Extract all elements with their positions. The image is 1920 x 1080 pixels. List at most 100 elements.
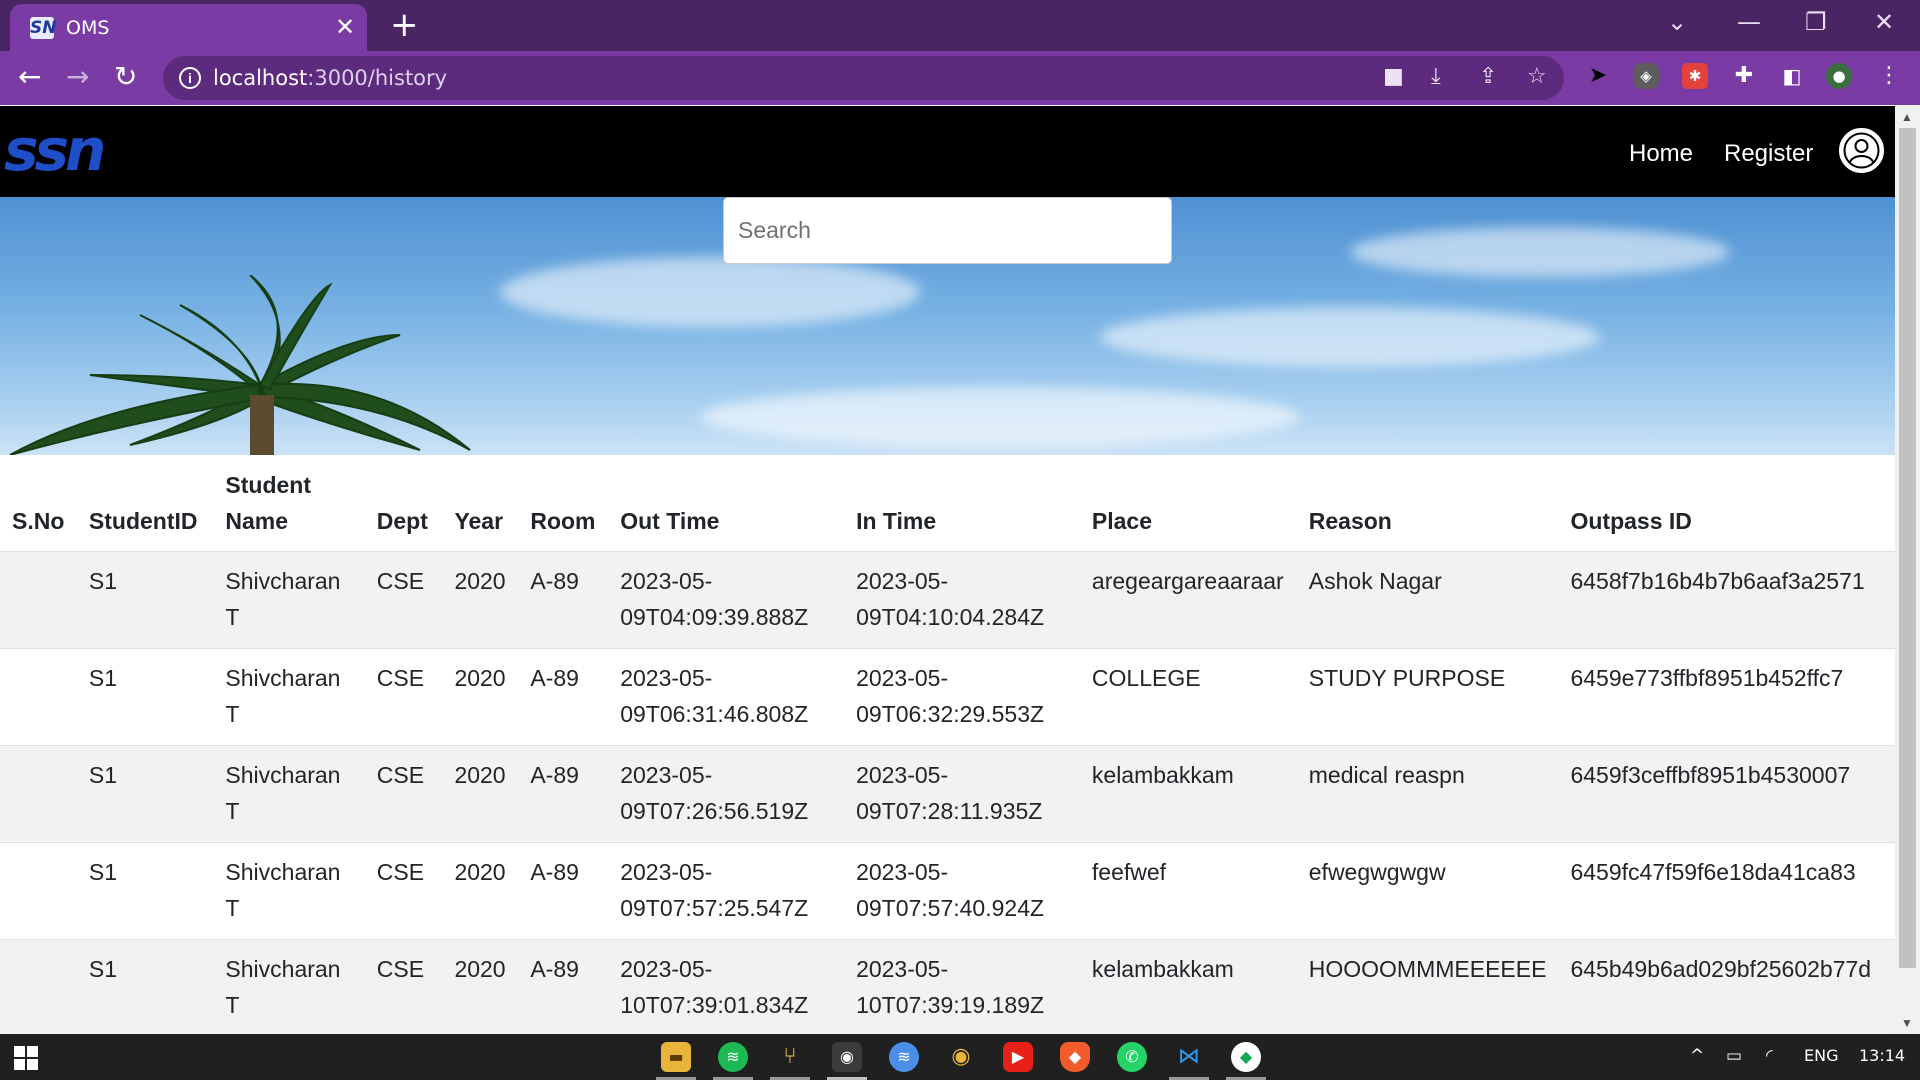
col-header-student-name: Student Name (213, 455, 365, 552)
git-icon[interactable]: ⑂ (775, 1042, 805, 1072)
cell-place: feefwef (1079, 842, 1297, 940)
col-header-dept: Dept (364, 455, 443, 552)
col-header-student-id: StudentID (76, 455, 214, 552)
cell-sno (0, 842, 77, 940)
cell-year: 2020 (442, 551, 519, 649)
user-avatar-icon[interactable] (1839, 128, 1884, 173)
cell-out-time: 2023-05-09T07:57:25.547Z (608, 842, 845, 940)
col-header-sno: S.No (0, 455, 77, 552)
cell-reason: medical reaspn (1296, 745, 1559, 843)
cell-room: A-89 (518, 939, 609, 1034)
restore-icon[interactable]: ❐ (1805, 8, 1827, 36)
cell-outpass-id: 6458f7b16b4b7b6aaf3a2571 (1558, 551, 1895, 649)
cell-student-id: S1 (76, 842, 214, 940)
cell-room: A-89 (518, 648, 609, 746)
close-window-icon[interactable]: ✕ (1874, 8, 1894, 36)
search-input[interactable] (723, 197, 1172, 264)
cell-sno (0, 745, 77, 843)
nav-link-register[interactable]: Register (1724, 140, 1813, 168)
site-navbar: ssn Home Register (0, 106, 1895, 197)
new-tab-icon[interactable]: + (390, 8, 419, 42)
bookmark-star-icon[interactable]: ☆ (1527, 63, 1547, 91)
browser-tab[interactable]: SN OMS ✕ (10, 4, 367, 51)
cell-place: aregeargareaaraar (1079, 551, 1297, 649)
cell-in-time: 2023-05-09T06:32:29.553Z (844, 648, 1080, 746)
browser-tabstrip: SN OMS ✕ + ⌄ — ❐ ✕ (0, 0, 1920, 51)
file-explorer-icon[interactable]: ▬ (661, 1042, 691, 1072)
tray-chevron-icon[interactable]: ^ (1690, 1046, 1704, 1066)
chrome-icon[interactable]: ◉ (946, 1042, 976, 1072)
table-row: S1 Shivcharan T CSE 2020 A-89 2023-05-09… (0, 551, 1895, 649)
whatsapp-icon[interactable]: ✆ (1117, 1042, 1147, 1072)
windows-start-icon[interactable] (14, 1046, 38, 1070)
scroll-up-icon[interactable]: ▲ (1901, 110, 1913, 124)
table-header: S.No StudentID Student Name Dept Year Ro… (0, 455, 1895, 552)
chrome-icon[interactable]: ◉ (832, 1042, 862, 1072)
nav-link-home[interactable]: Home (1629, 140, 1693, 168)
scroll-down-icon[interactable]: ▼ (1901, 1016, 1913, 1030)
cell-place: kelambakkam (1079, 939, 1297, 1034)
side-panel-icon[interactable]: ◧ (1779, 63, 1805, 89)
cell-student-id: S1 (76, 551, 214, 649)
browser-menu-icon[interactable]: ⋮ (1876, 63, 1902, 89)
tab-search-chevron-icon[interactable]: ⌄ (1667, 8, 1687, 36)
cell-place: COLLEGE (1079, 648, 1297, 746)
cell-out-time: 2023-05-09T07:26:56.519Z (608, 745, 845, 843)
ublock-shield-icon[interactable]: ◈ (1633, 63, 1659, 89)
youtube-icon[interactable]: ▶ (1003, 1042, 1033, 1072)
share-icon[interactable]: ⇪ (1479, 63, 1497, 91)
wifi-icon[interactable]: ◜ (1766, 1046, 1773, 1066)
tab-close-icon[interactable]: ✕ (335, 14, 355, 40)
cell-student-id: S1 (76, 745, 214, 843)
cell-student-name: Shivcharan T (213, 842, 365, 940)
cell-in-time: 2023-05-10T07:39:19.189Z (844, 939, 1080, 1034)
cursor-extension-icon[interactable]: ➤ (1585, 63, 1611, 89)
page-scrollbar[interactable]: ▲ ▼ (1895, 106, 1920, 1034)
language-indicator[interactable]: ENG (1804, 1046, 1838, 1065)
cell-outpass-id: 6459fc47f59f6e18da41ca83 (1558, 842, 1895, 940)
address-bar[interactable]: i localhost:3000/history ■ ⤓ ⇪ ☆ (163, 56, 1564, 100)
cell-dept: CSE (364, 551, 443, 649)
ssn-logo[interactable]: ssn (4, 118, 106, 182)
cell-year: 2020 (442, 745, 519, 843)
os-taskbar: ▬ ≋ ⑂ ◉ ≋ ◉ ▶ ◆ ✆ ⋈ ◆ ^ ▭ ◜ ENG 13:14 (0, 1034, 1920, 1080)
cell-student-name: Shivcharan T (213, 939, 365, 1034)
cell-year: 2020 (442, 648, 519, 746)
cell-in-time: 2023-05-09T04:10:04.284Z (844, 551, 1080, 649)
brave-icon[interactable]: ◆ (1060, 1042, 1090, 1072)
scroll-thumb[interactable] (1899, 128, 1916, 968)
cell-student-name: Shivcharan T (213, 745, 365, 843)
cloud (500, 257, 920, 327)
cell-sno (0, 648, 77, 746)
battery-icon[interactable]: ▭ (1726, 1046, 1742, 1066)
cell-outpass-id: 6459e773ffbf8951b452ffc7 (1558, 648, 1895, 746)
vscode-icon[interactable]: ⋈ (1174, 1042, 1204, 1072)
cell-out-time: 2023-05-09T04:09:39.888Z (608, 551, 845, 649)
col-header-room: Room (518, 455, 609, 552)
mongodb-compass-icon[interactable]: ◆ (1231, 1042, 1261, 1072)
cell-sno (0, 939, 77, 1034)
minimize-icon[interactable]: — (1737, 8, 1761, 36)
browser-toolbar: ← → ↻ i localhost:3000/history ■ ⤓ ⇪ ☆ ➤… (0, 51, 1920, 105)
cell-student-name: Shivcharan T (213, 551, 365, 649)
cell-year: 2020 (442, 939, 519, 1034)
cell-dept: CSE (364, 648, 443, 746)
cell-dept: CSE (364, 939, 443, 1034)
extensions-puzzle-icon[interactable]: ✚ (1731, 63, 1757, 89)
back-arrow-icon[interactable]: ← (18, 61, 41, 93)
camera-icon[interactable]: ■ (1383, 63, 1404, 91)
reload-icon[interactable]: ↻ (114, 61, 137, 93)
cell-room: A-89 (518, 842, 609, 940)
profile-avatar-icon[interactable]: ● (1826, 63, 1852, 89)
spotify-web-icon[interactable]: ≋ (889, 1042, 919, 1072)
forward-arrow-icon[interactable]: → (66, 61, 89, 93)
clock-time[interactable]: 13:14 (1859, 1046, 1905, 1065)
url-text[interactable]: localhost:3000/history (213, 66, 447, 90)
tab-favicon-icon: SN (30, 17, 57, 39)
red-extension-icon[interactable]: ✱ (1682, 63, 1708, 89)
site-info-icon[interactable]: i (179, 67, 201, 89)
cell-reason: STUDY PURPOSE (1296, 648, 1559, 746)
install-app-icon[interactable]: ⤓ (1431, 63, 1441, 91)
history-table: S.No StudentID Student Name Dept Year Ro… (0, 455, 1895, 1034)
spotify-icon[interactable]: ≋ (718, 1042, 748, 1072)
